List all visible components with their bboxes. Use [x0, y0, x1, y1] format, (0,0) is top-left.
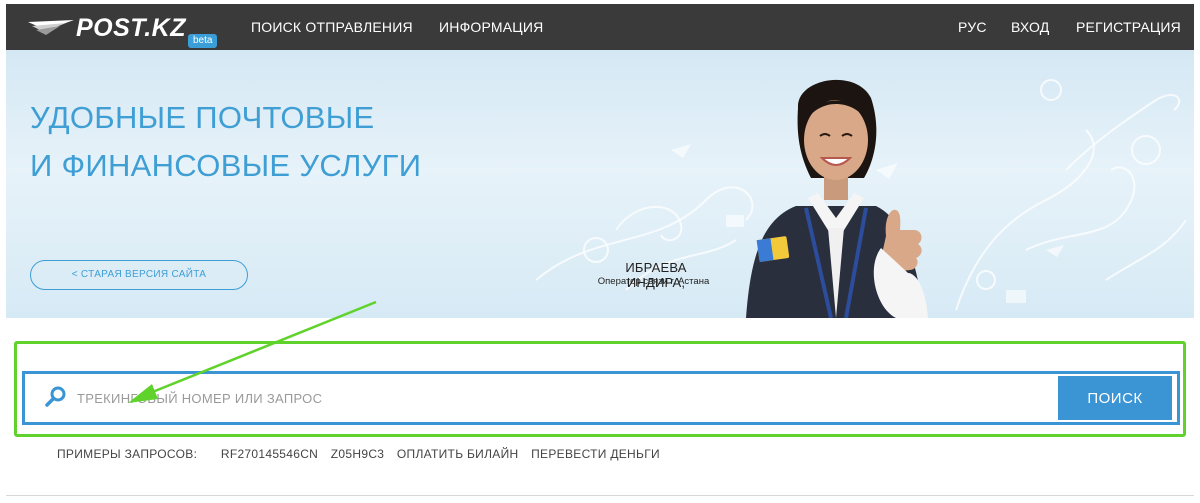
search-button[interactable]: ПОИСК [1058, 376, 1172, 420]
bottom-divider [6, 495, 1194, 496]
hero-title: УДОБНЫЕ ПОЧТОВЫЕ И ФИНАНСОВЫЕ УСЛУГИ [30, 94, 421, 190]
hero-title-line-1: УДОБНЫЕ ПОЧТОВЫЕ [30, 100, 375, 135]
language-switch[interactable]: РУС [958, 19, 987, 35]
operator-role: Оператор связи г. Астана [597, 276, 710, 287]
search-icon [45, 386, 66, 407]
operator-photo [746, 79, 928, 318]
example-query-tracking-1[interactable]: RF270145546CN [221, 447, 318, 461]
old-site-version-button[interactable]: < СТАРАЯ ВЕРСИЯ САЙТА [30, 260, 248, 290]
search-box: ПОИСК [22, 371, 1180, 425]
logo-text: POST.KZ [76, 14, 186, 42]
login-link[interactable]: ВХОД [1011, 19, 1049, 35]
hero-banner: УДОБНЫЕ ПОЧТОВЫЕ И ФИНАНСОВЫЕ УСЛУГИ < С… [6, 50, 1194, 318]
top-navigation-bar: POST.KZ beta ПОИСК ОТПРАВЛЕНИЯ ИНФОРМАЦИ… [6, 4, 1194, 50]
example-query-transfer-money[interactable]: ПЕРЕВЕСТИ ДЕНЬГИ [531, 447, 660, 461]
query-examples: ПРИМЕРЫ ЗАПРОСОВ: RF270145546CN Z05H9C3 … [57, 447, 669, 461]
nav-information[interactable]: ИНФОРМАЦИЯ [439, 19, 543, 35]
logo-envelope-icon [28, 20, 74, 35]
site-logo[interactable]: POST.KZ beta [26, 12, 226, 48]
tracking-search-input[interactable] [77, 384, 1027, 412]
examples-label: ПРИМЕРЫ ЗАПРОСОВ: [57, 447, 198, 461]
register-link[interactable]: РЕГИСТРАЦИЯ [1076, 19, 1181, 35]
nav-tracking[interactable]: ПОИСК ОТПРАВЛЕНИЯ [251, 19, 413, 35]
example-query-tracking-2[interactable]: Z05H9C3 [331, 447, 384, 461]
example-query-pay-beeline[interactable]: ОПЛАТИТЬ БИЛАЙН [397, 447, 519, 461]
beta-badge: beta [188, 34, 218, 48]
hero-title-line-2: И ФИНАНСОВЫЕ УСЛУГИ [30, 148, 422, 183]
